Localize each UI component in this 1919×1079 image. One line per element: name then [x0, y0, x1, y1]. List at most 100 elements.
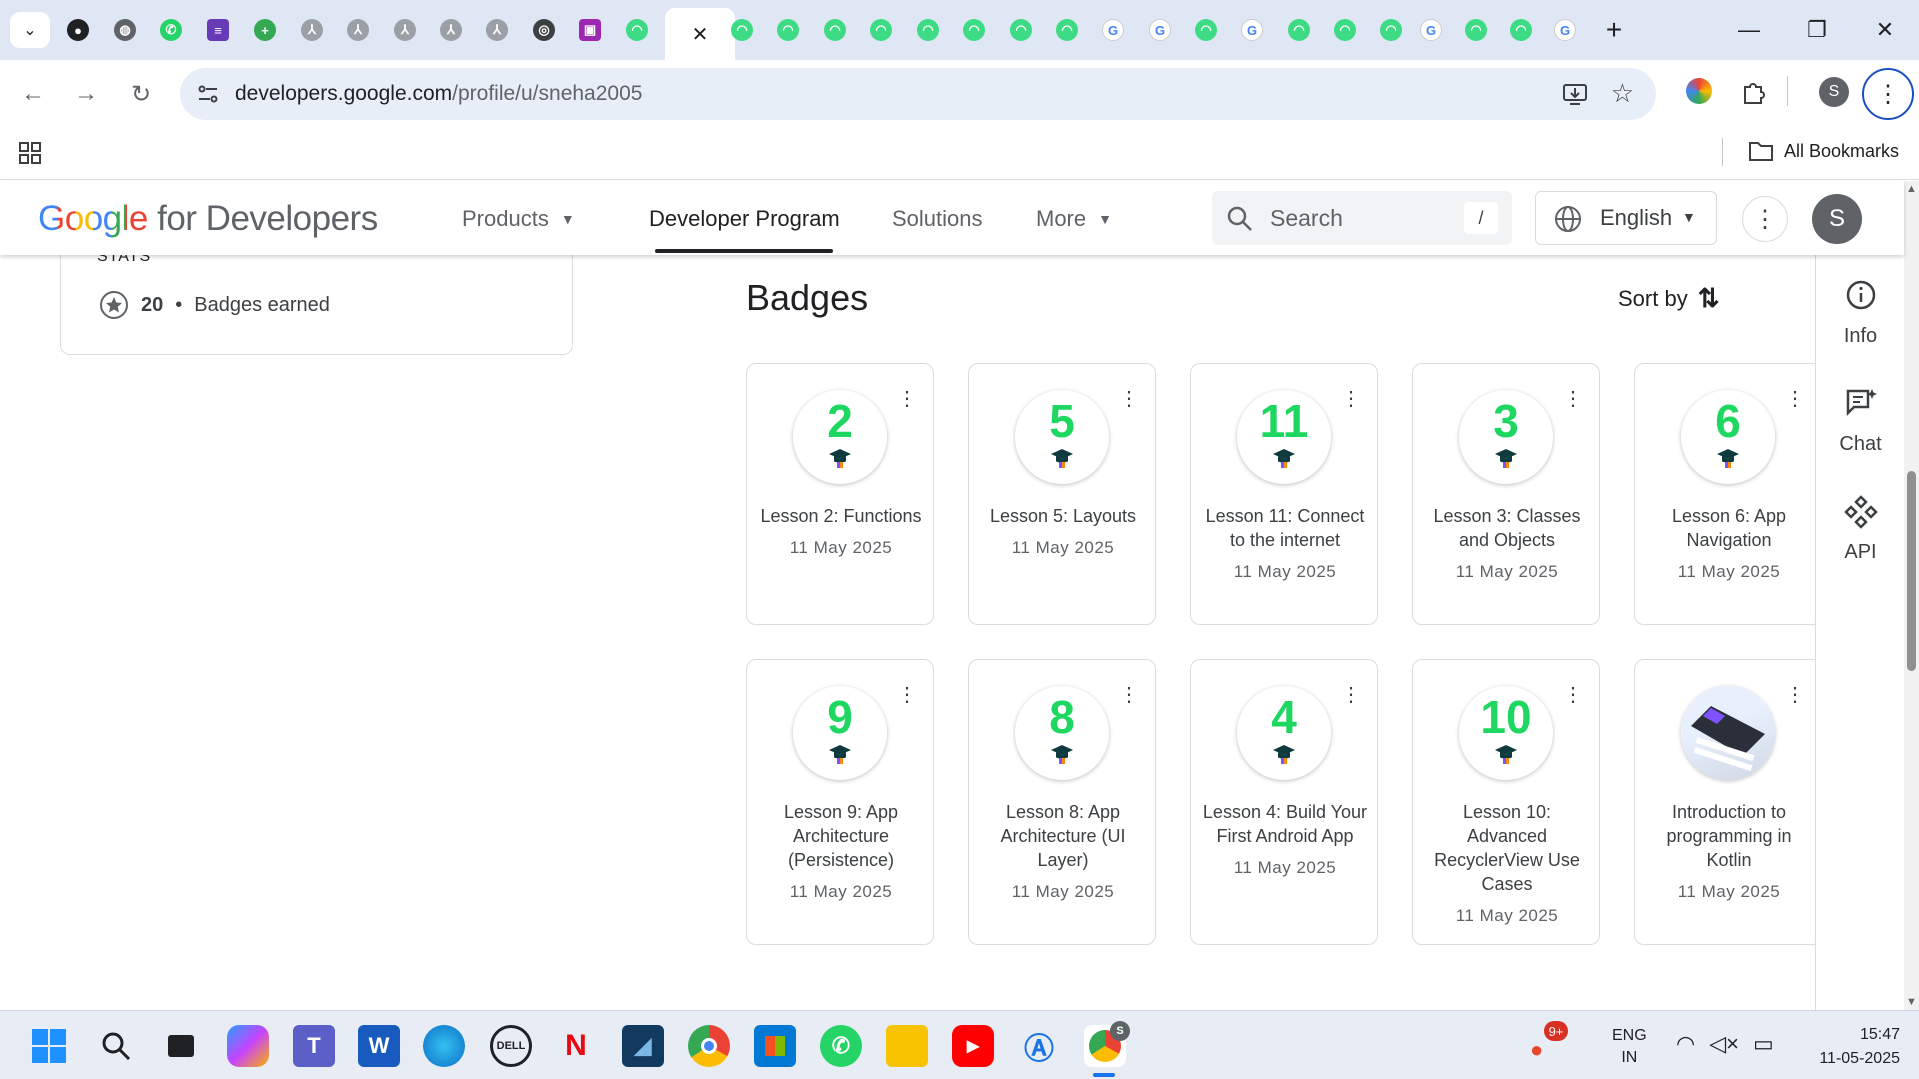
rail-chat[interactable]: Chat	[1816, 387, 1905, 456]
card-menu-icon[interactable]: ⋮	[1563, 685, 1583, 705]
google-developers-logo[interactable]: Google for Developers	[38, 199, 378, 239]
tab-whatsapp[interactable]: ✆	[151, 8, 191, 52]
scrollbar-thumb[interactable]	[1907, 471, 1916, 671]
tab-android-11[interactable]: ◠	[1279, 8, 1319, 52]
site-search[interactable]: Search /	[1212, 191, 1512, 245]
extensions-puzzle-icon[interactable]	[1740, 78, 1768, 106]
rail-info[interactable]: Info	[1816, 279, 1905, 348]
badge-card-5[interactable]: ⋮ 6 Lesson 6: App Navigation 11 May 2025	[1634, 363, 1815, 625]
user-avatar[interactable]: S	[1812, 194, 1862, 244]
taskbar-word[interactable]: W	[358, 1025, 400, 1067]
tab-android-15[interactable]: ◠	[1501, 8, 1541, 52]
badge-card-2[interactable]: ⋮ 5 Lesson 5: Layouts 11 May 2025	[968, 363, 1156, 625]
card-menu-icon[interactable]: ⋮	[1341, 389, 1361, 409]
badge-card-3[interactable]: ⋮ 11 Lesson 11: Connect to the internet …	[1190, 363, 1378, 625]
tab-android-1[interactable]: ◠	[617, 8, 657, 52]
tab-android-9[interactable]: ◠	[1047, 8, 1087, 52]
card-menu-icon[interactable]: ⋮	[897, 389, 917, 409]
tab-google-4[interactable]: G	[1411, 8, 1451, 52]
nav-products[interactable]: Products ▼	[462, 206, 575, 232]
taskbar-dell[interactable]: DELL	[490, 1025, 532, 1067]
card-menu-icon[interactable]: ⋮	[1785, 389, 1805, 409]
back-button[interactable]: ←	[15, 76, 51, 112]
taskbar-whatsapp[interactable]: ✆	[820, 1025, 862, 1067]
taskbar-copilot[interactable]	[227, 1025, 269, 1067]
tab-tree-2[interactable]: ⅄	[338, 8, 378, 52]
tab-android-12[interactable]: ◠	[1325, 8, 1365, 52]
browser-menu-button[interactable]: ⋮	[1862, 68, 1914, 120]
tab-android-13[interactable]: ◠	[1371, 8, 1411, 52]
nav-developer-program[interactable]: Developer Program	[649, 206, 840, 232]
badge-card-8[interactable]: ⋮ 4 Lesson 4: Build Your First Android A…	[1190, 659, 1378, 945]
taskbar-android-studio[interactable]: Ⓐ	[1018, 1025, 1060, 1067]
taskbar-edge[interactable]	[423, 1025, 465, 1067]
tab-search-button[interactable]: ⌄	[10, 12, 50, 48]
site-info-icon[interactable]	[196, 82, 220, 106]
badge-card-6[interactable]: ⋮ 9 Lesson 9: App Architecture (Persiste…	[746, 659, 934, 945]
new-tab-button[interactable]: +	[1594, 8, 1634, 52]
profile-avatar[interactable]: S	[1819, 77, 1849, 107]
taskbar-youtube[interactable]: ▶	[952, 1025, 994, 1067]
forward-button[interactable]: →	[68, 76, 104, 112]
site-menu-button[interactable]: ⋮	[1742, 196, 1788, 242]
input-language-indicator[interactable]: ENG IN	[1612, 1025, 1647, 1069]
tab-google-2[interactable]: G	[1140, 8, 1180, 52]
nav-more[interactable]: More ▼	[1036, 206, 1112, 232]
tab-forms[interactable]: ≡	[198, 8, 238, 52]
taskbar-file-explorer[interactable]	[886, 1025, 928, 1067]
all-bookmarks-button[interactable]: All Bookmarks	[1748, 140, 1899, 162]
badge-card-1[interactable]: ⋮ 2 Lesson 2: Functions 11 May 2025	[746, 363, 934, 625]
tab-android-8[interactable]: ◠	[1001, 8, 1041, 52]
extension-color-icon[interactable]	[1686, 78, 1712, 104]
tab-profile[interactable]: ▣	[570, 8, 610, 52]
tab-globe[interactable]: ◍	[105, 8, 145, 52]
taskbar-store[interactable]	[754, 1025, 796, 1067]
close-window-button[interactable]: ✕	[1851, 0, 1919, 60]
language-selector[interactable]: English ▼	[1535, 191, 1717, 245]
tab-github[interactable]: ●	[58, 8, 98, 52]
close-icon[interactable]: ✕	[692, 22, 709, 47]
tab-android-5[interactable]: ◠	[861, 8, 901, 52]
tab-tree-4[interactable]: ⅄	[431, 8, 471, 52]
tab-android-10[interactable]: ◠	[1186, 8, 1226, 52]
minimize-button[interactable]: —	[1715, 0, 1783, 60]
scroll-down-arrow-icon[interactable]: ▼	[1906, 996, 1917, 1008]
card-menu-icon[interactable]: ⋮	[1341, 685, 1361, 705]
start-button[interactable]	[28, 1025, 70, 1067]
tab-tree-3[interactable]: ⅄	[385, 8, 425, 52]
taskbar-search[interactable]	[95, 1025, 137, 1067]
tab-add[interactable]: +	[245, 8, 285, 52]
card-menu-icon[interactable]: ⋮	[1785, 685, 1805, 705]
restore-button[interactable]: ❐	[1783, 0, 1851, 60]
system-tray-icons[interactable]: ◠ ◁× ▭	[1676, 1031, 1774, 1057]
taskbar-netflix[interactable]: N	[555, 1025, 597, 1067]
scroll-up-arrow-icon[interactable]: ▲	[1906, 183, 1917, 195]
tab-android-7[interactable]: ◠	[954, 8, 994, 52]
tab-tree-5[interactable]: ⅄	[477, 8, 517, 52]
tab-tree-1[interactable]: ⅄	[292, 8, 332, 52]
reload-button[interactable]: ↻	[123, 76, 159, 112]
badge-card-10[interactable]: ⋮ Introduction to programming in Kotlin …	[1634, 659, 1815, 945]
bookmark-star-icon[interactable]: ☆	[1611, 78, 1634, 109]
page-scrollbar[interactable]: ▲ ▼	[1904, 181, 1919, 1010]
tab-android-2[interactable]: ◠	[722, 8, 762, 52]
card-menu-icon[interactable]: ⋮	[1563, 389, 1583, 409]
card-menu-icon[interactable]: ⋮	[1119, 685, 1139, 705]
taskbar-chrome-active[interactable]: S	[1084, 1021, 1130, 1067]
card-menu-icon[interactable]: ⋮	[1119, 389, 1139, 409]
tab-chrome[interactable]: ◎	[524, 8, 564, 52]
taskbar-teams[interactable]: T	[293, 1025, 335, 1067]
install-app-icon[interactable]	[1562, 82, 1588, 106]
tray-notification-app[interactable]: ● 9+	[1530, 1021, 1568, 1062]
tab-android-14[interactable]: ◠	[1456, 8, 1496, 52]
badge-card-9[interactable]: ⋮ 10 Lesson 10: Advanced RecyclerView Us…	[1412, 659, 1600, 945]
apps-grid-icon[interactable]	[18, 141, 42, 165]
address-bar[interactable]: developers.google.com/profile/u/sneha200…	[180, 68, 1656, 120]
tab-google-1[interactable]: G	[1093, 8, 1133, 52]
clock[interactable]: 15:47 11-05-2025	[1790, 1023, 1900, 1071]
taskbar-chrome-1[interactable]	[688, 1025, 730, 1067]
badge-card-4[interactable]: ⋮ 3 Lesson 3: Classes and Objects 11 May…	[1412, 363, 1600, 625]
task-view-button[interactable]	[160, 1025, 202, 1067]
card-menu-icon[interactable]: ⋮	[897, 685, 917, 705]
tab-android-3[interactable]: ◠	[768, 8, 808, 52]
